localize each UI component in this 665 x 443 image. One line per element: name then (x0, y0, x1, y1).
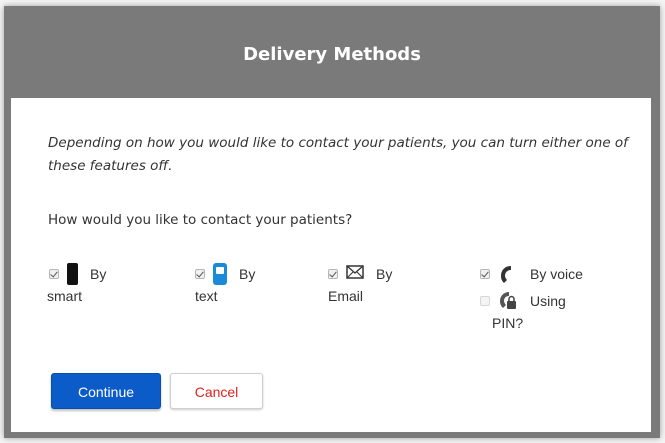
email-label-line1: By (376, 266, 393, 282)
email-label-line2: Email (328, 288, 364, 304)
text-checkbox[interactable] (195, 269, 205, 279)
pin-label-line1: Using (530, 293, 566, 309)
lock-phone-icon (498, 290, 518, 312)
smart-label-line2: smart (47, 288, 82, 304)
phone-handset-icon (498, 264, 518, 284)
smart-label-line1: By (90, 266, 107, 282)
cancel-button[interactable]: Cancel (170, 373, 263, 409)
delivery-methods-dialog: Delivery Methods Depending on how you wo… (4, 6, 660, 438)
text-message-icon (213, 263, 227, 285)
smart-checkbox[interactable] (49, 269, 59, 279)
dialog-body: Depending on how you would like to conta… (11, 98, 651, 432)
text-label-line2: text (195, 288, 218, 304)
contact-question: How would you like to contact your patie… (48, 212, 353, 228)
envelope-icon (346, 260, 364, 288)
continue-button[interactable]: Continue (51, 373, 161, 409)
intro-text: Depending on how you would like to conta… (48, 135, 628, 174)
dialog-title: Delivery Methods (243, 44, 421, 65)
voice-checkbox[interactable] (480, 269, 490, 279)
method-voice: By voice (480, 261, 583, 287)
pin-checkbox[interactable] (480, 296, 490, 306)
method-pin: Using PIN? (480, 288, 566, 332)
text-label-line1: By (239, 266, 256, 282)
email-checkbox[interactable] (328, 269, 338, 279)
dialog-header: Delivery Methods (4, 6, 660, 97)
method-text: By text (195, 261, 255, 305)
smartphone-icon (67, 263, 78, 285)
method-email: By Email (328, 261, 392, 305)
method-smart: By smart (47, 261, 107, 305)
pin-label-line2: PIN? (492, 315, 524, 331)
dialog-buttons: Continue Cancel (51, 373, 263, 409)
voice-label: By voice (530, 266, 583, 282)
